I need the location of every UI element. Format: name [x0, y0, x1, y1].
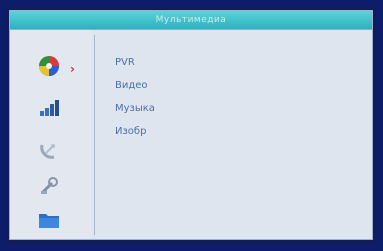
satellite-dish-icon — [40, 144, 55, 159]
sidebar-item-files[interactable] — [37, 209, 61, 231]
menu-item-video[interactable]: Видео — [115, 74, 155, 97]
menu-item-music[interactable]: Музыка — [115, 97, 155, 120]
menu-frame: Мультимедиа › PVR Видео Музыка Изобр — [9, 10, 373, 240]
tools-icon — [41, 177, 58, 194]
menu-item-pvr[interactable]: PVR — [115, 51, 155, 74]
sidebar-item-tools[interactable] — [37, 175, 61, 197]
multimedia-ball-icon — [39, 56, 59, 76]
folder-icon — [39, 214, 59, 228]
multimedia-menu: PVR Видео Музыка Изобр — [115, 51, 155, 143]
sidebar-item-multimedia[interactable] — [37, 55, 61, 77]
selected-chevron-icon: › — [70, 62, 75, 76]
sidebar-divider — [94, 35, 95, 235]
sidebar-item-satellite[interactable] — [37, 139, 61, 161]
tv-screen: Мультимедиа › PVR Видео Музыка Изобр — [6, 6, 376, 244]
signal-bars-icon — [40, 100, 59, 116]
menu-item-images[interactable]: Изобр — [115, 120, 155, 143]
window-title: Мультимедиа — [10, 11, 372, 30]
sidebar-item-signal[interactable] — [37, 97, 61, 119]
